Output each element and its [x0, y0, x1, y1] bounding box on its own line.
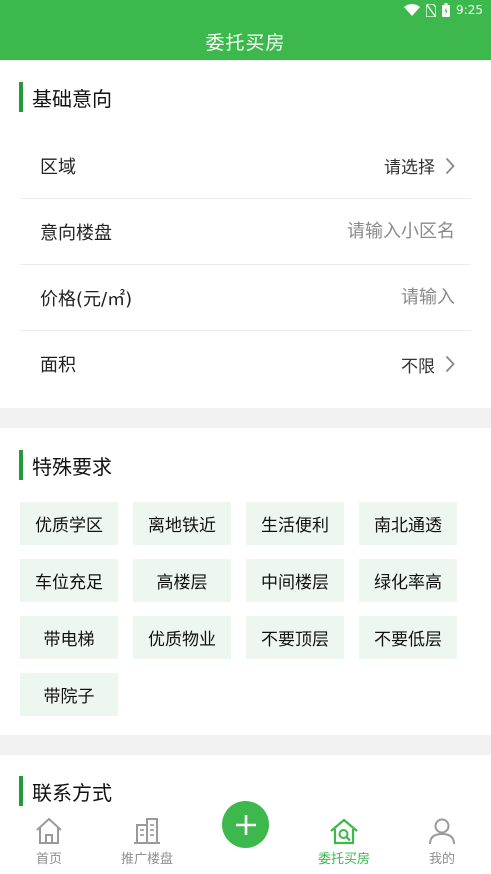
chevron-right-icon: [445, 355, 455, 373]
tag-item[interactable]: 不要顶层: [246, 616, 344, 659]
basic-intent-card: 基础意向 区域 请选择 意向楼盘 价格(元/㎡) 面积 不限: [0, 61, 491, 408]
tag-grid: 优质学区 离地铁近 生活便利 南北通透 车位充足 高楼层 中间楼层 绿化率高 带…: [20, 502, 471, 716]
size-row[interactable]: 面积 不限: [20, 331, 471, 397]
status-time: 9:25: [456, 3, 483, 17]
tab-home-label: 首页: [35, 852, 62, 867]
special-title: 特殊要求: [32, 454, 112, 479]
tag-item[interactable]: 绿化率高: [359, 559, 457, 602]
add-button[interactable]: [222, 801, 269, 848]
special-requirements-card: 特殊要求 优质学区 离地铁近 生活便利 南北通透 车位充足 高楼层 中间楼层 绿…: [0, 428, 491, 735]
title-bar: 委托买房: [0, 22, 491, 60]
house-search-icon: [330, 818, 358, 845]
page-title: 委托买房: [205, 31, 286, 54]
chevron-right-icon: [445, 157, 455, 174]
user-icon: [429, 818, 455, 845]
tag-item[interactable]: 优质物业: [133, 616, 231, 659]
tag-item[interactable]: 高楼层: [133, 559, 231, 602]
basic-intent-heading: 基础意向: [19, 82, 112, 112]
battery-icon: [442, 3, 451, 17]
contact-heading: 联系方式: [19, 776, 112, 806]
plus-icon: [235, 814, 256, 835]
tab-promote[interactable]: 推广楼盘: [98, 808, 196, 874]
contact-title: 联系方式: [32, 780, 112, 805]
tab-mine[interactable]: 我的: [393, 808, 491, 874]
no-sim-icon: [426, 3, 437, 17]
size-value: 不限: [401, 356, 435, 377]
section-accent-bar: [19, 82, 23, 112]
tag-item[interactable]: 离地铁近: [133, 502, 231, 545]
estate-label: 意向楼盘: [40, 222, 112, 244]
basic-intent-title: 基础意向: [32, 86, 112, 111]
home-icon: [36, 817, 62, 844]
tab-mine-label: 我的: [428, 852, 455, 867]
area-label: 区域: [40, 156, 76, 178]
tag-item[interactable]: 不要低层: [359, 616, 457, 659]
area-row[interactable]: 区域 请选择: [20, 133, 471, 199]
status-icons: 9:25: [404, 3, 483, 17]
tag-item[interactable]: 优质学区: [20, 502, 118, 545]
price-row: 价格(元/㎡): [20, 265, 471, 331]
status-bar: 9:25: [0, 0, 491, 22]
size-label: 面积: [40, 355, 76, 376]
section-accent-bar: [19, 450, 23, 480]
section-accent-bar: [19, 776, 23, 806]
tab-entrust[interactable]: 委托买房: [295, 808, 393, 874]
tag-item[interactable]: 生活便利: [246, 502, 344, 545]
price-input[interactable]: [271, 287, 471, 308]
area-value: 请选择: [384, 158, 435, 178]
tab-entrust-label: 委托买房: [317, 852, 370, 867]
estate-input[interactable]: [271, 221, 471, 242]
tag-item[interactable]: 南北通透: [359, 502, 457, 545]
wifi-icon: [404, 4, 421, 16]
tag-item[interactable]: 带电梯: [20, 616, 118, 659]
tab-promote-label: 推广楼盘: [120, 852, 173, 867]
tag-item[interactable]: 中间楼层: [246, 559, 344, 602]
tab-home[interactable]: 首页: [0, 808, 98, 874]
building-icon: [134, 818, 160, 844]
tag-item[interactable]: 带院子: [20, 673, 118, 716]
tag-item[interactable]: 车位充足: [20, 559, 118, 602]
estate-row: 意向楼盘: [20, 199, 471, 265]
price-label: 价格(元/㎡): [40, 288, 133, 310]
special-heading: 特殊要求: [19, 450, 112, 480]
